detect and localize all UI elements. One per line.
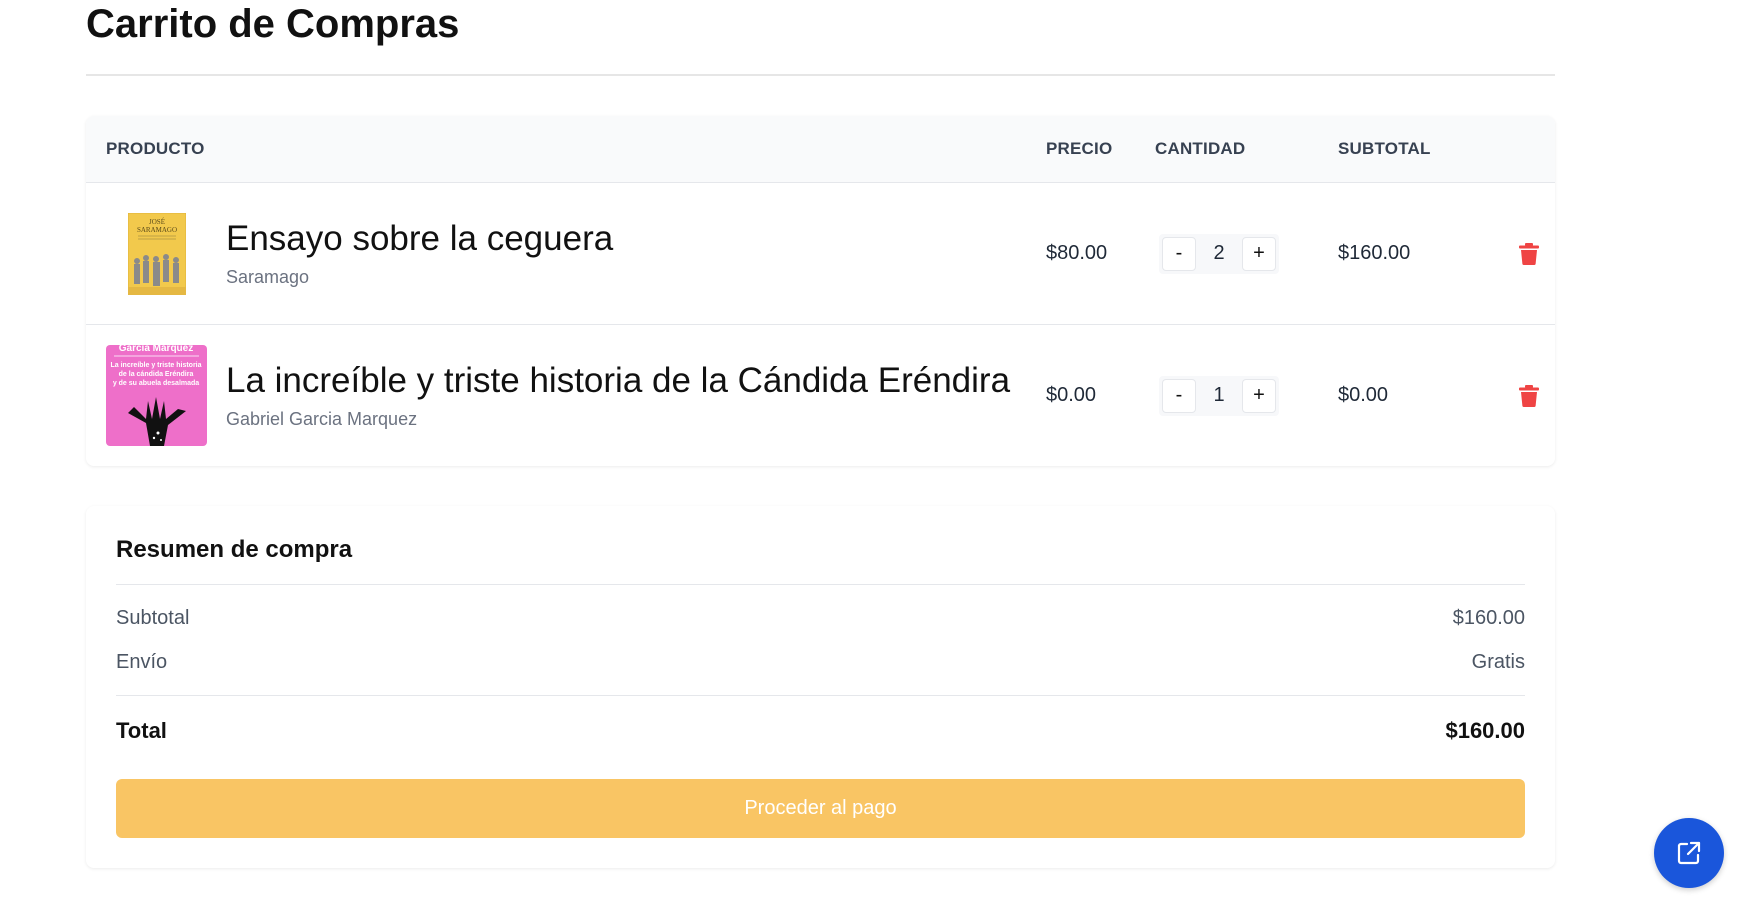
main-container: Carrito de Compras Producto Precio Canti… [86,0,1555,868]
cart-table: Producto Precio Cantidad Subtotal JOSÉ S… [86,116,1555,466]
summary-total-value: $160.00 [1445,718,1525,743]
checkout-button[interactable]: Proceder al pago [116,779,1525,838]
summary-total-row: Total $160.00 [116,718,1525,744]
quantity-value: 2 [1213,242,1225,264]
trash-icon[interactable] [1519,242,1539,265]
cover-title-line-2: de la cándida Eréndira [119,371,194,378]
cover-title-line-1: La increíble y triste historia [110,362,201,369]
summary-subtotal-row: Subtotal $160.00 [116,607,1525,630]
product-cover-image[interactable]: JOSÉ SARAMAGO [106,203,207,304]
summary-shipping-value: Gratis [1471,651,1525,673]
quantity-stepper: - 2 + [1159,233,1279,274]
summary-subtotal-label: Subtotal [116,607,190,629]
product-subtotal: $160.00 [1338,242,1411,264]
decrement-button[interactable]: - [1162,236,1196,271]
column-header-price: Precio [1046,139,1113,158]
product-cover-image[interactable]: García Márquez La increíble y triste his… [106,345,207,446]
increment-button[interactable]: + [1242,236,1276,271]
increment-button[interactable]: + [1242,378,1276,413]
quantity-cell: - 1 + [1155,375,1338,416]
product-subtotal: $0.00 [1338,384,1389,406]
page: Carrito de Compras Producto Precio Canti… [0,0,1752,914]
quantity-value: 1 [1213,384,1225,406]
product-price: $0.00 [1046,384,1097,406]
cart-row: García Márquez La increíble y triste his… [86,325,1555,466]
product-name[interactable]: Ensayo sobre la ceguera [226,219,613,259]
summary-title: Resumen de compra [116,536,1525,585]
product-info: La increíble y triste historia de la Cán… [226,361,1010,430]
cart-table-header: Producto Precio Cantidad Subtotal [86,116,1555,183]
column-header-quantity: Cantidad [1155,139,1246,158]
product-name[interactable]: La increíble y triste historia de la Cán… [226,361,1010,401]
summary-shipping-row: Envío Gratis [116,651,1525,674]
product-author: Gabriel Garcia Marquez [226,409,418,429]
column-header-product: Producto [106,139,205,158]
summary-total-label: Total [116,718,167,743]
product-cell: García Márquez La increíble y triste his… [86,345,1046,446]
action-cell [1475,242,1555,265]
external-link-icon [1677,841,1701,865]
quantity-stepper: - 1 + [1159,375,1279,416]
product-cell: JOSÉ SARAMAGO Ensayo sobre la ceguera Sa… [86,203,1046,304]
summary-subtotal-value: $160.00 [1452,607,1525,629]
order-summary: Resumen de compra Subtotal $160.00 Envío… [86,506,1555,868]
cover-author-first: JOSÉ [149,218,165,226]
product-price: $80.00 [1046,242,1108,264]
cart-row: JOSÉ SARAMAGO Ensayo sobre la ceguera Sa… [86,183,1555,325]
cover-saramago-image: JOSÉ SARAMAGO [127,212,186,295]
cover-author-last: SARAMAGO [136,226,176,234]
column-header-subtotal: Subtotal [1338,139,1431,158]
quantity-cell: - 2 + [1155,233,1338,274]
page-title: Carrito de Compras [86,0,1555,76]
cover-author: García Márquez [119,345,193,354]
product-info: Ensayo sobre la ceguera Saramago [226,219,613,288]
summary-shipping-label: Envío [116,651,168,673]
summary-divider [116,695,1525,696]
product-author: Saramago [226,267,310,287]
trash-icon[interactable] [1519,384,1539,407]
action-cell [1475,384,1555,407]
cover-garcia-marquez-image: García Márquez La increíble y triste his… [106,345,207,446]
decrement-button[interactable]: - [1162,378,1196,413]
floating-action-button[interactable] [1654,818,1724,888]
cover-title-line-3: y de su abuela desalmada [113,380,199,387]
